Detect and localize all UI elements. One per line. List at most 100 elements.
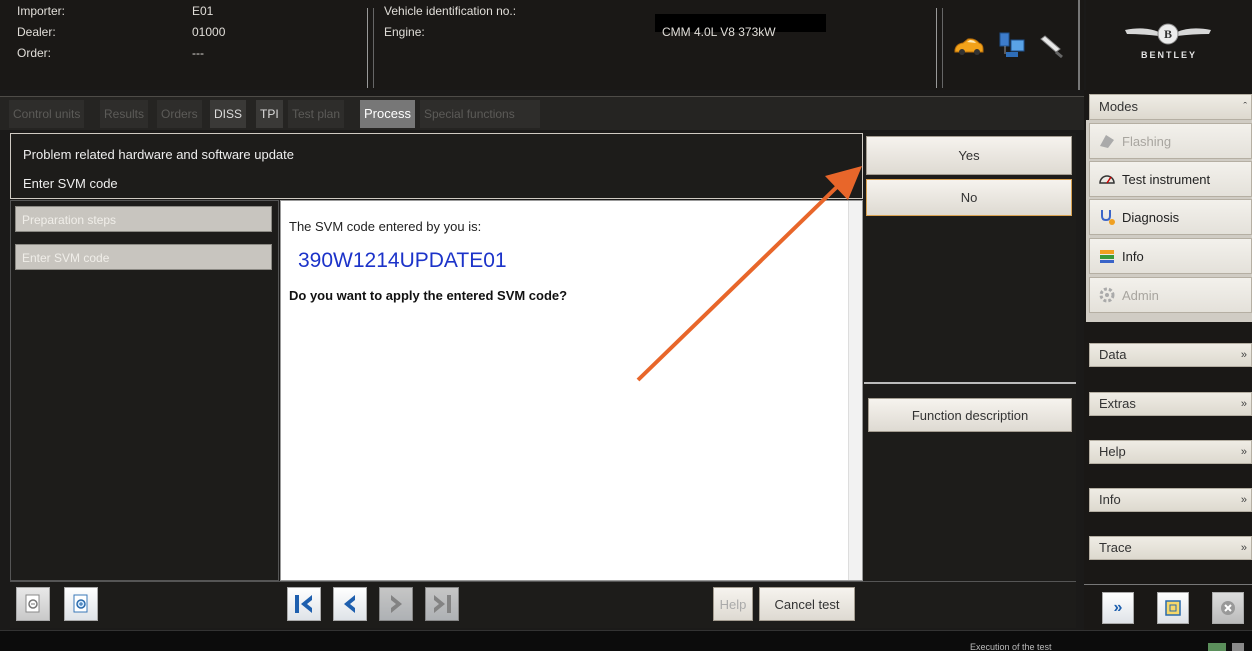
section-data-label: Data — [1099, 347, 1127, 362]
modes-title: Modes — [1099, 99, 1139, 114]
step-preparation[interactable]: Preparation steps — [15, 206, 272, 232]
section-extras[interactable]: Extras » — [1089, 392, 1252, 416]
next-step-button[interactable] — [379, 587, 413, 621]
zoom-in-button[interactable] — [64, 587, 98, 621]
section-info[interactable]: Info » — [1089, 488, 1252, 512]
vin-label: Vehicle identification no.: — [384, 4, 517, 18]
mode-admin[interactable]: Admin — [1089, 277, 1252, 313]
tab-test-plan[interactable]: Test plan — [288, 100, 345, 128]
svg-text:B: B — [1164, 27, 1172, 41]
section-help[interactable]: Help » — [1089, 440, 1252, 464]
help-button[interactable]: Help — [713, 587, 753, 621]
dealer-value: 01000 — [192, 25, 226, 39]
expand-icon: » — [1240, 349, 1247, 361]
tab-tpi[interactable]: TPI — [256, 100, 283, 128]
header-divider — [936, 8, 937, 88]
zoom-in-icon — [73, 594, 88, 613]
importer-label: Importer: — [17, 4, 66, 18]
app-window: Importer: E01 Dealer: 01000 Order: --- V… — [0, 0, 1252, 651]
expand-icon: » — [1240, 446, 1247, 458]
tab-diss[interactable]: DISS — [210, 100, 247, 128]
section-trace[interactable]: Trace » — [1089, 536, 1252, 560]
stethoscope-icon — [1098, 208, 1116, 226]
section-trace-label: Trace — [1099, 540, 1132, 555]
mode-diagnosis[interactable]: Diagnosis — [1089, 199, 1252, 235]
dealer-label: Dealer: — [17, 25, 56, 39]
engine-value: CMM 4.0L V8 373kW — [662, 25, 776, 39]
header-divider — [367, 8, 368, 88]
process-subtitle: Enter SVM code — [23, 176, 118, 191]
mode-info-label: Info — [1122, 248, 1144, 264]
previous-step-button[interactable] — [333, 587, 367, 621]
mode-test-instrument[interactable]: Test instrument — [1089, 161, 1252, 197]
mode-flashing[interactable]: Flashing — [1089, 123, 1252, 159]
header-bar: Importer: E01 Dealer: 01000 Order: --- V… — [0, 0, 1084, 90]
collapse-icon: ˆ — [1243, 101, 1247, 113]
mode-info[interactable]: Info — [1089, 238, 1252, 274]
skip-first-icon — [295, 595, 312, 613]
section-info-label: Info — [1099, 492, 1121, 507]
books-icon — [1098, 247, 1116, 265]
modes-header[interactable]: Modes ˆ — [1089, 94, 1252, 120]
section-help-label: Help — [1099, 444, 1126, 459]
tab-results[interactable]: Results — [100, 100, 149, 128]
cancel-test-button[interactable]: Cancel test — [759, 587, 855, 621]
svm-code: 390W1214UPDATE01 — [298, 249, 507, 272]
expand-icon: » — [1240, 542, 1247, 554]
zoom-out-icon — [25, 594, 40, 613]
double-chevron-right-icon: » — [1113, 599, 1123, 616]
svm-question: Do you want to apply the entered SVM cod… — [289, 288, 568, 303]
fullscreen-icon — [1165, 600, 1181, 616]
order-value: --- — [192, 46, 204, 60]
order-label: Order: — [17, 46, 52, 60]
mode-flashing-label: Flashing — [1122, 133, 1172, 149]
header-divider — [1078, 0, 1080, 90]
last-step-button[interactable] — [425, 587, 459, 621]
brand-name: BENTLEY — [1140, 50, 1197, 60]
first-step-button[interactable] — [287, 587, 321, 621]
engine-label: Engine: — [384, 25, 425, 39]
mode-admin-label: Admin — [1122, 287, 1159, 303]
close-icon — [1221, 601, 1235, 615]
bentley-logo: B — [1125, 22, 1211, 46]
fullscreen-button[interactable] — [1157, 592, 1189, 624]
status-indicator-icon — [1208, 643, 1226, 651]
car-icon[interactable] — [953, 34, 985, 58]
chevron-right-icon — [391, 595, 402, 613]
forward-button[interactable]: » — [1102, 592, 1134, 624]
flash-icon — [1098, 132, 1116, 150]
status-bar: Execution of the test — [0, 630, 1252, 651]
process-title: Problem related hardware and software up… — [23, 147, 294, 162]
close-button[interactable] — [1212, 592, 1244, 624]
expand-icon: » — [1240, 398, 1247, 410]
zoom-out-button[interactable] — [16, 587, 50, 621]
tab-control-units[interactable]: Control units — [9, 100, 85, 128]
mode-test-instrument-label: Test instrument — [1122, 171, 1211, 187]
section-extras-label: Extras — [1099, 396, 1136, 411]
probe-icon[interactable] — [1038, 32, 1066, 60]
gear-icon — [1098, 286, 1116, 304]
no-button[interactable]: No — [866, 179, 1072, 216]
gauge-icon — [1098, 170, 1116, 188]
tab-process[interactable]: Process — [360, 100, 415, 128]
yes-button[interactable]: Yes — [866, 136, 1072, 175]
step-enter-svm[interactable]: Enter SVM code — [15, 244, 272, 270]
tab-special-functions[interactable]: Special functions — [420, 100, 540, 128]
expand-icon: » — [1240, 494, 1247, 506]
action-divider — [864, 382, 1076, 384]
status-text: Execution of the test — [970, 642, 1052, 651]
chevron-left-icon — [344, 595, 355, 613]
status-indicator-icon — [1232, 643, 1244, 651]
header-divider — [373, 8, 374, 88]
annotation-arrow — [636, 166, 862, 382]
skip-last-icon — [434, 595, 451, 613]
section-data[interactable]: Data » — [1089, 343, 1252, 367]
network-icon[interactable] — [997, 30, 1027, 60]
bottom-toolbar — [10, 581, 1076, 628]
brand-panel: B BENTLEY — [1086, 0, 1252, 90]
header-divider — [942, 8, 943, 88]
tab-orders[interactable]: Orders — [157, 100, 202, 128]
svm-message: The SVM code entered by you is: — [289, 219, 482, 234]
mode-diagnosis-label: Diagnosis — [1122, 209, 1180, 225]
function-description-button[interactable]: Function description — [868, 398, 1072, 432]
